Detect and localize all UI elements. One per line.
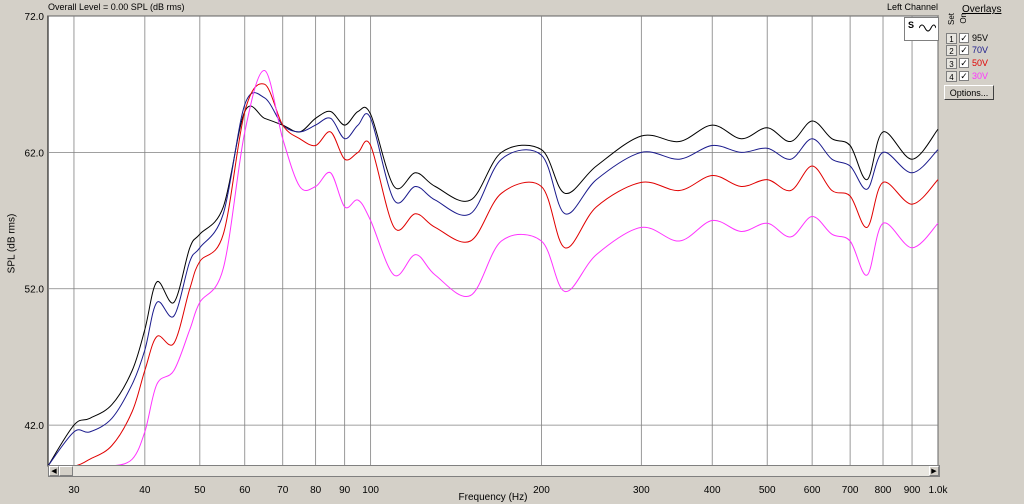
logo-wave-icon	[918, 22, 937, 36]
y-tick-label: 52.0	[25, 285, 45, 296]
overlay-set-button[interactable]: 1	[946, 33, 957, 44]
logo-letters: S	[908, 20, 915, 30]
overlay-label: 30V	[972, 71, 989, 81]
set-column-header: Set	[947, 13, 956, 26]
options-button[interactable]: Options...	[944, 85, 994, 100]
overlay-label: 70V	[972, 45, 989, 55]
plot-area	[47, 15, 939, 467]
x-axis-label: Frequency (Hz)	[458, 492, 528, 503]
overlay-set-button[interactable]: 4	[946, 71, 957, 82]
sa-logo-icon[interactable]: S	[904, 17, 939, 41]
overlay-on-checkbox[interactable]: ✓	[959, 58, 969, 68]
on-column-header: On	[959, 13, 968, 24]
horizontal-scrollbar[interactable]: ◀ ▶	[48, 465, 940, 477]
overlay-set-button[interactable]: 2	[946, 45, 957, 56]
channel-text: Left Channel	[886, 2, 938, 12]
scroll-thumb[interactable]	[59, 466, 73, 476]
overlay-on-checkbox[interactable]: ✓	[959, 71, 969, 81]
scroll-right-button[interactable]: ▶	[929, 466, 939, 476]
chart-header: Overall Level = 0.00 SPL (dB rms) Left C…	[46, 0, 940, 15]
overlay-on-checkbox[interactable]: ✓	[959, 45, 969, 55]
frequency-response-chart: 30 40 50 60 70 80 90 100 200 300 400 500 600 700 800 90…	[25, 12, 949, 496]
overlay-set-button[interactable]: 3	[946, 58, 957, 69]
scroll-left-button[interactable]: ◀	[49, 466, 59, 476]
overlay-label: 50V	[972, 58, 989, 68]
y-tick-label: 42.0	[25, 421, 45, 432]
overlay-on-checkbox[interactable]: ✓	[959, 33, 969, 43]
y-tick-label: 62.0	[25, 148, 45, 159]
overall-level-text: Overall Level = 0.00 SPL (dB rms)	[48, 2, 185, 12]
overlay-label: 95V	[972, 33, 989, 43]
y-axis-label: SPL (dB rms)	[6, 213, 18, 274]
y-tick-label: 72.0	[25, 12, 45, 23]
